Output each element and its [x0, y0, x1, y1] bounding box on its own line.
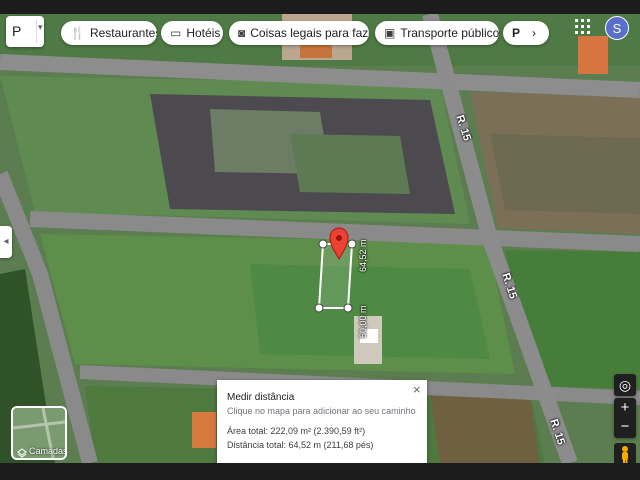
zoom-controls: + − [614, 398, 636, 438]
layers-label: Camadas [29, 446, 67, 456]
chip-label: Restaurantes [89, 26, 157, 40]
search-divider [36, 20, 37, 43]
edge-length-label: 50,00 m [358, 305, 368, 338]
hotel-icon: ▭ [170, 26, 182, 40]
total-area: Área total: 222,09 m² (2.390,59 ft²) [227, 426, 366, 436]
my-location-button[interactable]: ◎ [614, 374, 636, 396]
avatar[interactable]: S [605, 16, 629, 40]
chevron-down-icon[interactable]: ▾ [38, 22, 43, 33]
bottom-frame [0, 463, 640, 480]
chip-label: P [512, 26, 521, 40]
pegman-icon[interactable] [614, 443, 636, 465]
transit-icon: ▣ [384, 26, 396, 40]
edge-length-label: 64,52 m [358, 239, 368, 272]
zoom-out-button[interactable]: − [614, 418, 636, 438]
chevron-right-icon[interactable]: › [532, 26, 536, 40]
apps-grid-icon[interactable] [574, 18, 592, 36]
layers-icon [17, 445, 27, 458]
top-frame [0, 0, 640, 14]
total-distance: Distância total: 64,52 m (211,68 pés) [227, 440, 374, 450]
vertex-3 [343, 303, 353, 313]
search-box[interactable]: P ▾ [6, 16, 44, 47]
chip-restaurants[interactable]: 🍴 Restaurantes [61, 21, 157, 45]
chip-hotels[interactable]: ▭ Hotéis [161, 21, 223, 45]
camera-icon: ◙ [238, 26, 246, 40]
zoom-in-button[interactable]: + [614, 398, 636, 418]
measure-distance-panel: Medir distância Clique no mapa para adic… [217, 380, 427, 465]
chip-transit[interactable]: ▣ Transporte público [375, 21, 499, 45]
vertex-4 [314, 303, 324, 313]
chip-label: Hotéis [186, 26, 221, 40]
chip-things-to-do[interactable]: ◙ Coisas legais para fazer [229, 21, 369, 45]
restaurant-icon: 🍴 [70, 26, 85, 40]
vertex-1 [318, 239, 328, 249]
layers-button[interactable]: Camadas [11, 406, 67, 460]
measure-title: Medir distância [227, 392, 295, 403]
measure-hint: Clique no mapa para adicionar ao seu cam… [227, 406, 416, 416]
vertex-2 [347, 239, 357, 249]
chip-parking[interactable]: P › [503, 21, 549, 45]
close-icon[interactable]: × [413, 382, 421, 397]
chip-label: Coisas legais para fazer [250, 26, 369, 40]
collapse-panel-button[interactable]: ◂ [0, 226, 12, 258]
search-input[interactable]: P [12, 23, 21, 39]
chip-label: Transporte público [400, 26, 499, 40]
maps-window: R. 15 R. 15 R. 15 64,52 m 50,00 m P ▾ 🍴 … [0, 0, 640, 480]
